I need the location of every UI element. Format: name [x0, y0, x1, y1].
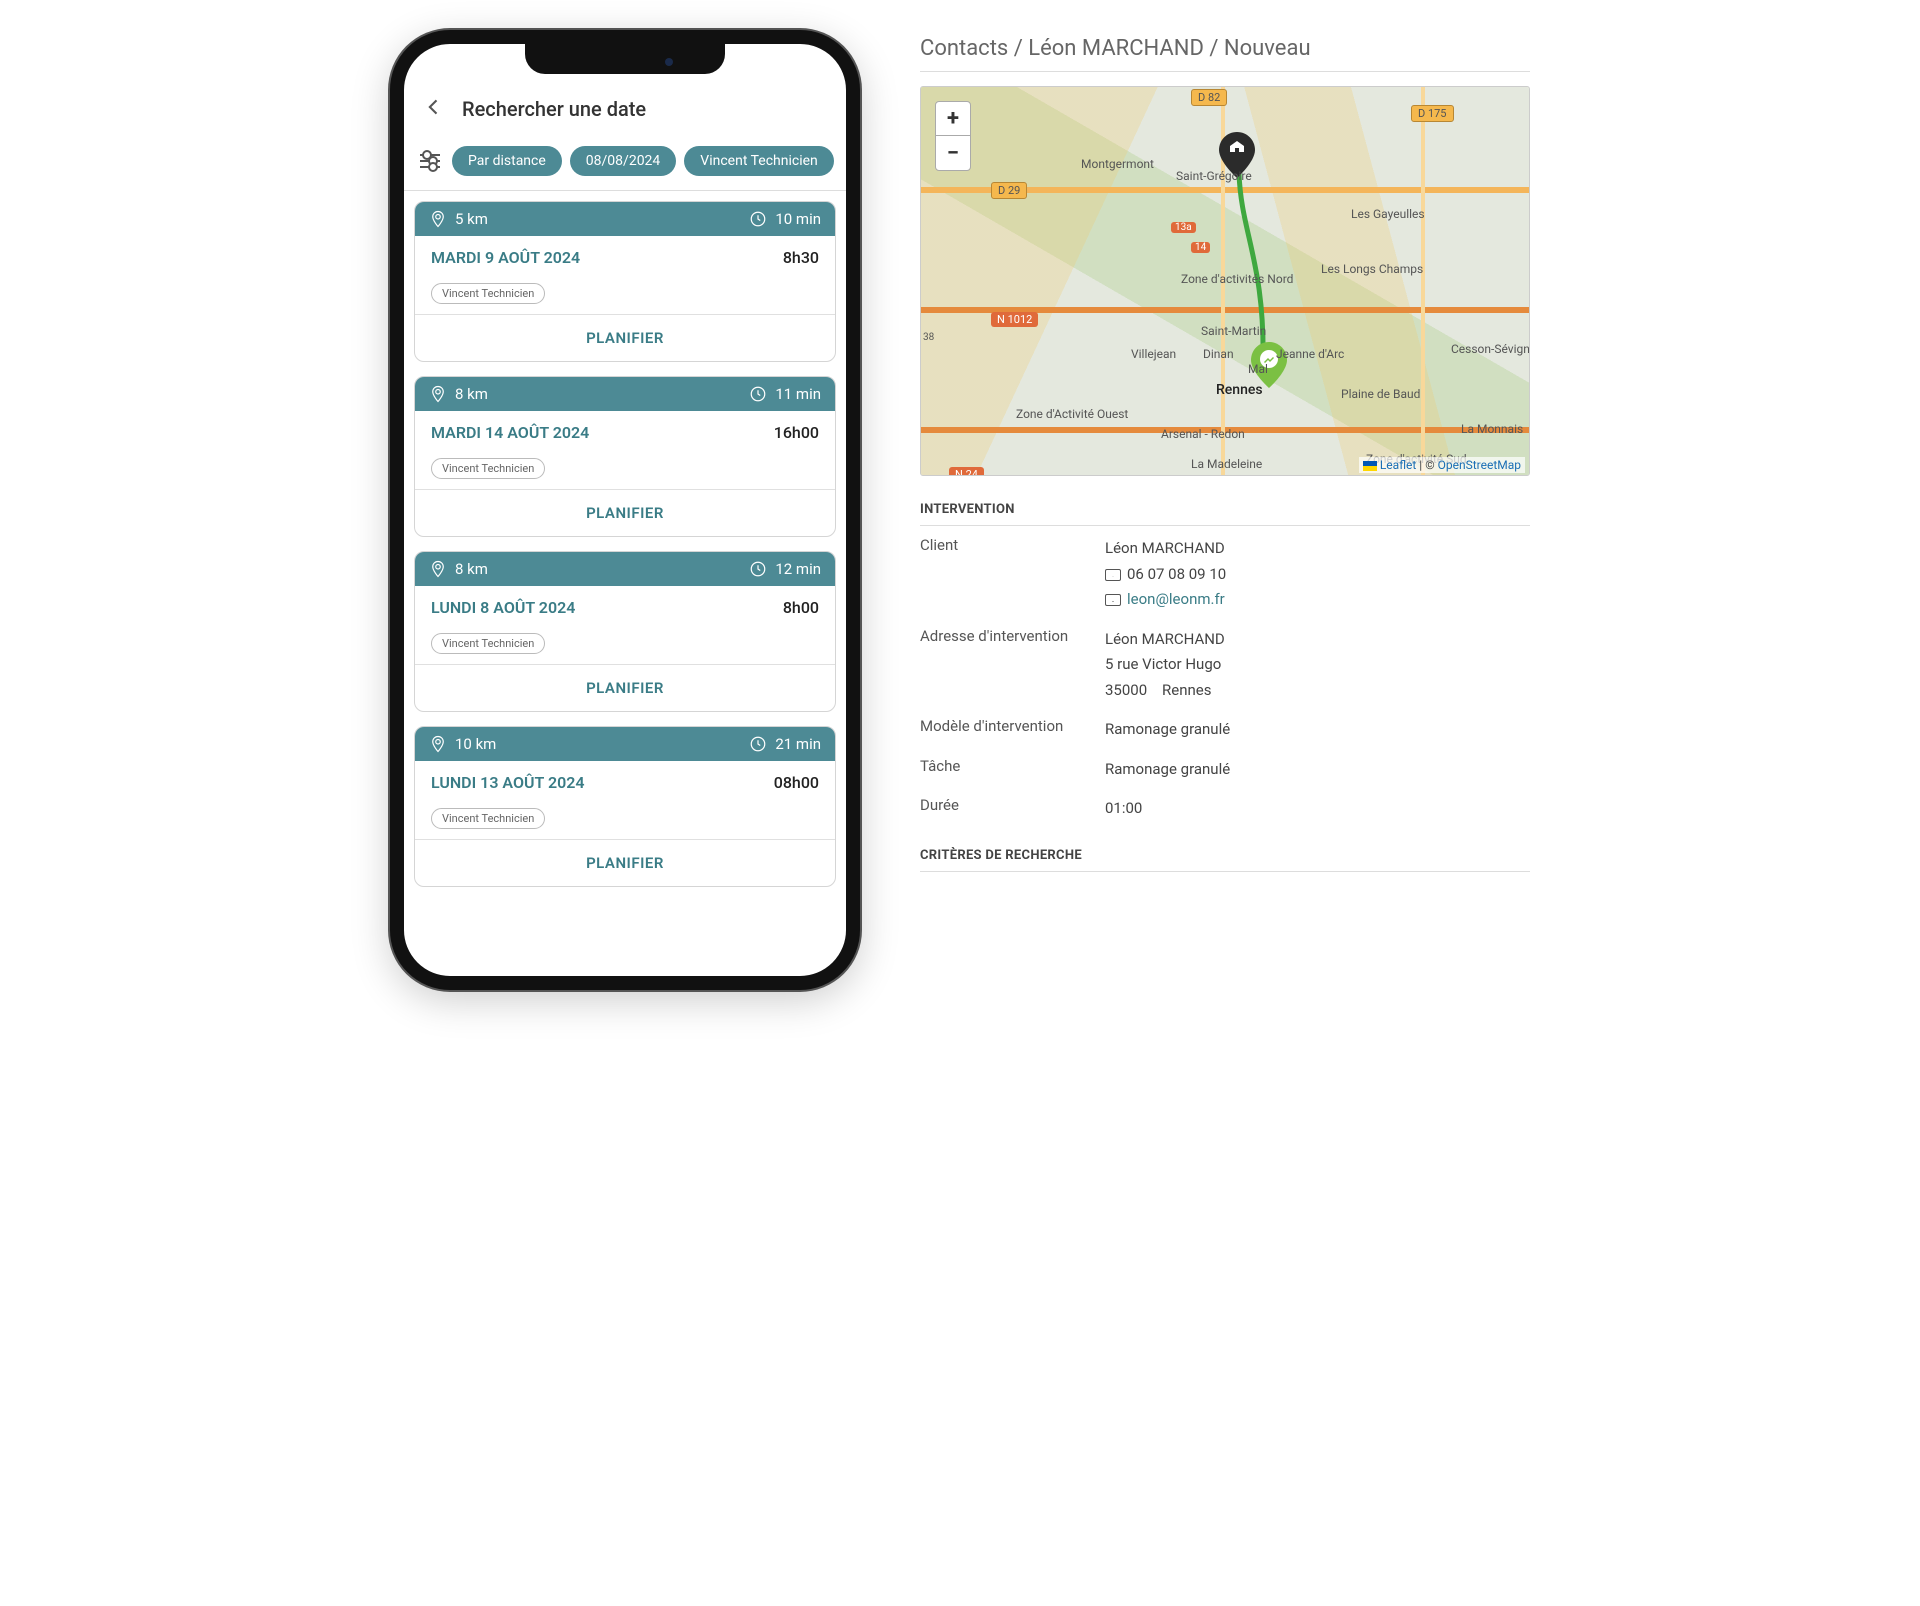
breadcrumb-contacts[interactable]: Contacts: [920, 36, 1008, 61]
clock-icon: [749, 735, 767, 753]
page-title: Rechercher une date: [462, 97, 646, 121]
address-city: Rennes: [1162, 681, 1211, 699]
zoom-in-button[interactable]: +: [936, 102, 970, 136]
result-distance: 10 km: [455, 735, 496, 753]
plan-button[interactable]: PLANIFIER: [415, 839, 835, 886]
breadcrumb-contact-name[interactable]: Léon MARCHAND: [1028, 36, 1204, 61]
technician-badge: Vincent Technicien: [431, 808, 545, 829]
pin-icon: [429, 210, 447, 228]
map-marker-destination[interactable]: [1251, 342, 1287, 388]
result-card: 8 km 12 min LUNDI 8 AOÛT 2024 8h00 Vince…: [414, 551, 836, 712]
leaflet-link[interactable]: Leaflet: [1380, 458, 1416, 472]
chip-sort[interactable]: Par distance: [452, 146, 562, 176]
task-value: Ramonage granulé: [1105, 757, 1530, 783]
clock-icon: [749, 385, 767, 403]
envelope-icon: [1105, 594, 1121, 606]
section-search-criteria: CRITÈRES DE RECHERCHE: [920, 848, 1530, 872]
section-intervention: INTERVENTION: [920, 502, 1530, 526]
result-time: 8h00: [783, 598, 819, 617]
label-duration: Durée: [920, 796, 1105, 822]
back-button[interactable]: [424, 94, 444, 124]
result-time: 8h30: [783, 248, 819, 267]
clock-icon: [749, 210, 767, 228]
pin-icon: [429, 560, 447, 578]
phone-notch: [525, 44, 725, 74]
technician-badge: Vincent Technicien: [431, 633, 545, 654]
result-card: 8 km 11 min MARDI 14 AOÛT 2024 16h00 Vin…: [414, 376, 836, 537]
technician-badge: Vincent Technicien: [431, 458, 545, 479]
result-date: MARDI 9 AOÛT 2024: [431, 248, 580, 267]
address-name: Léon MARCHAND: [1105, 627, 1530, 653]
label-task: Tâche: [920, 757, 1105, 783]
map-marker-home[interactable]: [1219, 132, 1255, 178]
result-time: 08h00: [774, 773, 819, 792]
chip-technician[interactable]: Vincent Technicien: [684, 146, 833, 176]
address-postal: 35000: [1105, 681, 1147, 699]
osm-link[interactable]: OpenStreetMap: [1438, 458, 1521, 472]
zoom-out-button[interactable]: −: [936, 136, 970, 170]
plan-button[interactable]: PLANIFIER: [415, 664, 835, 711]
ukraine-flag-icon: [1363, 461, 1377, 471]
result-distance: 8 km: [455, 560, 488, 578]
result-date: MARDI 14 AOÛT 2024: [431, 423, 589, 442]
result-distance: 8 km: [455, 385, 488, 403]
chip-date[interactable]: 08/08/2024: [570, 146, 677, 176]
result-duration: 21 min: [775, 735, 821, 753]
label-client: Client: [920, 536, 1105, 613]
client-name: Léon MARCHAND: [1105, 536, 1530, 562]
result-duration: 10 min: [775, 210, 821, 228]
result-duration: 11 min: [775, 385, 821, 403]
result-card: 10 km 21 min LUNDI 13 AOÛT 2024 08h00 Vi…: [414, 726, 836, 887]
phone-mockup: Rechercher une date Par distance 08/08/2…: [390, 30, 860, 990]
client-phone: 06 07 08 09 10: [1127, 565, 1226, 583]
label-model: Modèle d'intervention: [920, 717, 1105, 743]
model-value: Ramonage granulé: [1105, 717, 1530, 743]
technician-badge: Vincent Technicien: [431, 283, 545, 304]
duration-value: 01:00: [1105, 796, 1530, 822]
plan-button[interactable]: PLANIFIER: [415, 314, 835, 361]
result-date: LUNDI 8 AOÛT 2024: [431, 598, 575, 617]
pin-icon: [429, 735, 447, 753]
client-email[interactable]: leon@leonm.fr: [1127, 590, 1225, 608]
result-card: 5 km 10 min MARDI 9 AOÛT 2024 8h30 Vince…: [414, 201, 836, 362]
map-attribution: Leaflet | © OpenStreetMap: [1359, 457, 1525, 473]
chevron-left-icon: [424, 97, 444, 117]
result-date: LUNDI 13 AOÛT 2024: [431, 773, 585, 792]
result-time: 16h00: [774, 423, 819, 442]
envelope-icon: [1105, 569, 1121, 581]
pin-icon: [429, 385, 447, 403]
result-distance: 5 km: [455, 210, 488, 228]
clock-icon: [749, 560, 767, 578]
result-duration: 12 min: [775, 560, 821, 578]
breadcrumb-new: Nouveau: [1224, 36, 1311, 61]
map-zoom-controls: + −: [935, 101, 971, 171]
address-street: 5 rue Victor Hugo: [1105, 652, 1530, 678]
map[interactable]: + − Montgermont Saint-Grégoire Thi Renne…: [920, 86, 1530, 476]
filter-icon[interactable]: [416, 147, 444, 175]
label-address: Adresse d'intervention: [920, 627, 1105, 704]
plan-button[interactable]: PLANIFIER: [415, 489, 835, 536]
breadcrumb: Contacts / Léon MARCHAND / Nouveau: [920, 36, 1530, 72]
map-route: [1235, 173, 1271, 363]
